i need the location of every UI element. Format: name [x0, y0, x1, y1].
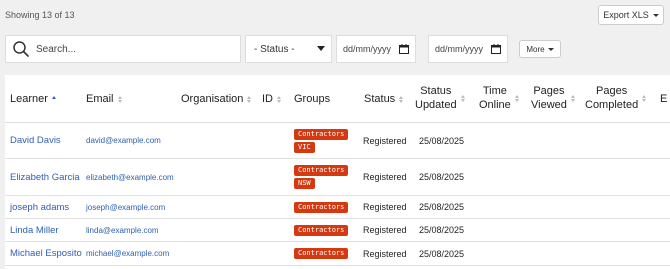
email-link[interactable]: joseph@example.com [86, 196, 165, 218]
status-select[interactable]: - Status - [245, 35, 332, 63]
filter-bar: Search... - Status - dd/mm/yyyy dd/mm/yy… [0, 34, 670, 64]
export-xls-button[interactable]: Export XLS [598, 5, 664, 25]
column-cut-off[interactable]: E [660, 92, 667, 106]
column-groups-label: Groups [294, 93, 331, 105]
status-cell: Registered [363, 225, 407, 235]
table-row: Linda Miller linda@example.com Contracto… [5, 219, 670, 242]
more-label: More [526, 44, 545, 54]
status-cell: Registered [363, 172, 407, 182]
column-status-updated-label: Status Updated [415, 84, 457, 112]
learner-link[interactable]: David Davis [10, 123, 61, 158]
status-cell: Registered [363, 135, 407, 146]
column-groups: Groups [294, 92, 330, 106]
export-xls-label: Export XLS [603, 10, 649, 20]
groups-cell: Contractors [294, 242, 349, 265]
learners-table: Learner Email Organisation ID Groups Sta… [5, 75, 670, 269]
column-id[interactable]: ID [262, 92, 281, 106]
groups-cell: Contractors VIC [294, 123, 349, 158]
email-link[interactable]: michael@example.com [86, 242, 169, 265]
date-to-input[interactable]: dd/mm/yyyy [428, 35, 508, 63]
status-updated-cell: 25/08/2025 [419, 172, 465, 182]
search-icon [13, 41, 29, 57]
sort-icon [51, 95, 56, 103]
column-id-label: ID [262, 93, 273, 105]
column-status-updated[interactable]: Status Updated [415, 84, 465, 112]
group-badge: Contractors [294, 128, 349, 140]
column-status-label: Status [364, 93, 396, 105]
email-link[interactable]: linda@example.com [86, 219, 159, 241]
showing-count: Showing 13 of 13 [5, 10, 75, 20]
date-from-input[interactable]: dd/mm/yyyy [336, 35, 416, 63]
status-cell: Registered [363, 248, 407, 259]
group-badge: NSW [294, 178, 315, 189]
table-header: Learner Email Organisation ID Groups Sta… [5, 75, 670, 123]
more-filters-button[interactable]: More [519, 40, 561, 58]
column-pages-viewed-label: Pages Viewed [531, 84, 567, 112]
sort-icon [460, 94, 465, 102]
table-row: David Davis david@example.com Contractor… [5, 123, 670, 159]
email-link[interactable]: david@example.com [86, 123, 161, 158]
column-pages-completed-label: Pages Completed [585, 84, 638, 112]
column-pages-completed-line2: Completed [585, 99, 639, 111]
status-updated-cell: 25/08/2025 [419, 202, 465, 212]
column-time-online[interactable]: Time Online [479, 84, 519, 112]
column-pages-completed-line1: Pages [596, 85, 628, 97]
table-row: Michael Esposito michael@example.com Con… [5, 242, 670, 266]
column-time-online-line2: Online [479, 99, 511, 111]
column-pages-completed[interactable]: Pages Completed [585, 84, 647, 112]
chevron-down-icon [317, 46, 325, 51]
sort-icon [277, 95, 281, 103]
column-learner-label: Learner [10, 93, 48, 105]
group-badge: Contractors [294, 165, 349, 176]
column-organisation[interactable]: Organisation [181, 92, 252, 106]
column-pages-viewed[interactable]: Pages Viewed [531, 84, 575, 112]
column-email[interactable]: Email [86, 92, 122, 106]
learner-link[interactable]: Michael Esposito [10, 242, 82, 265]
column-status[interactable]: Status [364, 92, 404, 106]
column-organisation-label: Organisation [181, 93, 244, 105]
column-email-label: Email [86, 93, 114, 105]
learner-link[interactable]: Elizabeth Garcia [10, 159, 80, 195]
calendar-icon[interactable] [491, 44, 501, 54]
status-select-label: - Status - [254, 43, 295, 55]
group-badge: Contractors [294, 224, 349, 236]
status-cell: Registered [363, 202, 407, 212]
sort-icon [247, 95, 252, 103]
caret-down-icon [652, 13, 659, 17]
status-updated-cell: 25/08/2025 [419, 248, 465, 259]
sort-icon [570, 94, 575, 102]
column-status-updated-line1: Status [420, 85, 452, 97]
sort-icon [514, 94, 519, 102]
group-badge: Contractors [294, 248, 349, 259]
date-to-placeholder: dd/mm/yyyy [435, 44, 484, 54]
email-link[interactable]: elizabeth@example.com [86, 159, 174, 195]
search-input[interactable]: Search... [5, 35, 241, 63]
status-updated-cell: 25/08/2025 [419, 135, 465, 146]
column-cut-off-label: E [660, 93, 668, 105]
groups-cell: Contractors [294, 196, 349, 218]
sort-icon [399, 95, 404, 103]
column-time-online-label: Time Online [479, 84, 511, 112]
status-updated-cell: 25/08/2025 [419, 225, 465, 235]
group-badge: VIC [294, 141, 315, 153]
table-row: joseph adams joseph@example.com Contract… [5, 196, 670, 219]
column-time-online-line1: Time [482, 85, 507, 97]
group-badge: Contractors [294, 201, 349, 213]
sort-icon [642, 94, 647, 102]
learner-link[interactable]: Linda Miller [10, 219, 59, 241]
column-pages-viewed-line2: Viewed [531, 99, 567, 111]
table-row: Elizabeth Garcia elizabeth@example.com C… [5, 159, 670, 196]
calendar-icon[interactable] [399, 44, 409, 54]
learner-link[interactable]: joseph adams [10, 196, 69, 218]
groups-cell: Contractors NSW [294, 159, 349, 195]
column-pages-viewed-line1: Pages [533, 85, 565, 97]
search-placeholder: Search... [36, 43, 77, 55]
column-learner[interactable]: Learner [10, 92, 56, 106]
sort-icon [117, 95, 122, 103]
column-status-updated-line2: Updated [415, 99, 457, 111]
date-from-placeholder: dd/mm/yyyy [343, 44, 392, 54]
groups-cell: Contractors [294, 219, 349, 241]
caret-down-icon [547, 47, 554, 51]
